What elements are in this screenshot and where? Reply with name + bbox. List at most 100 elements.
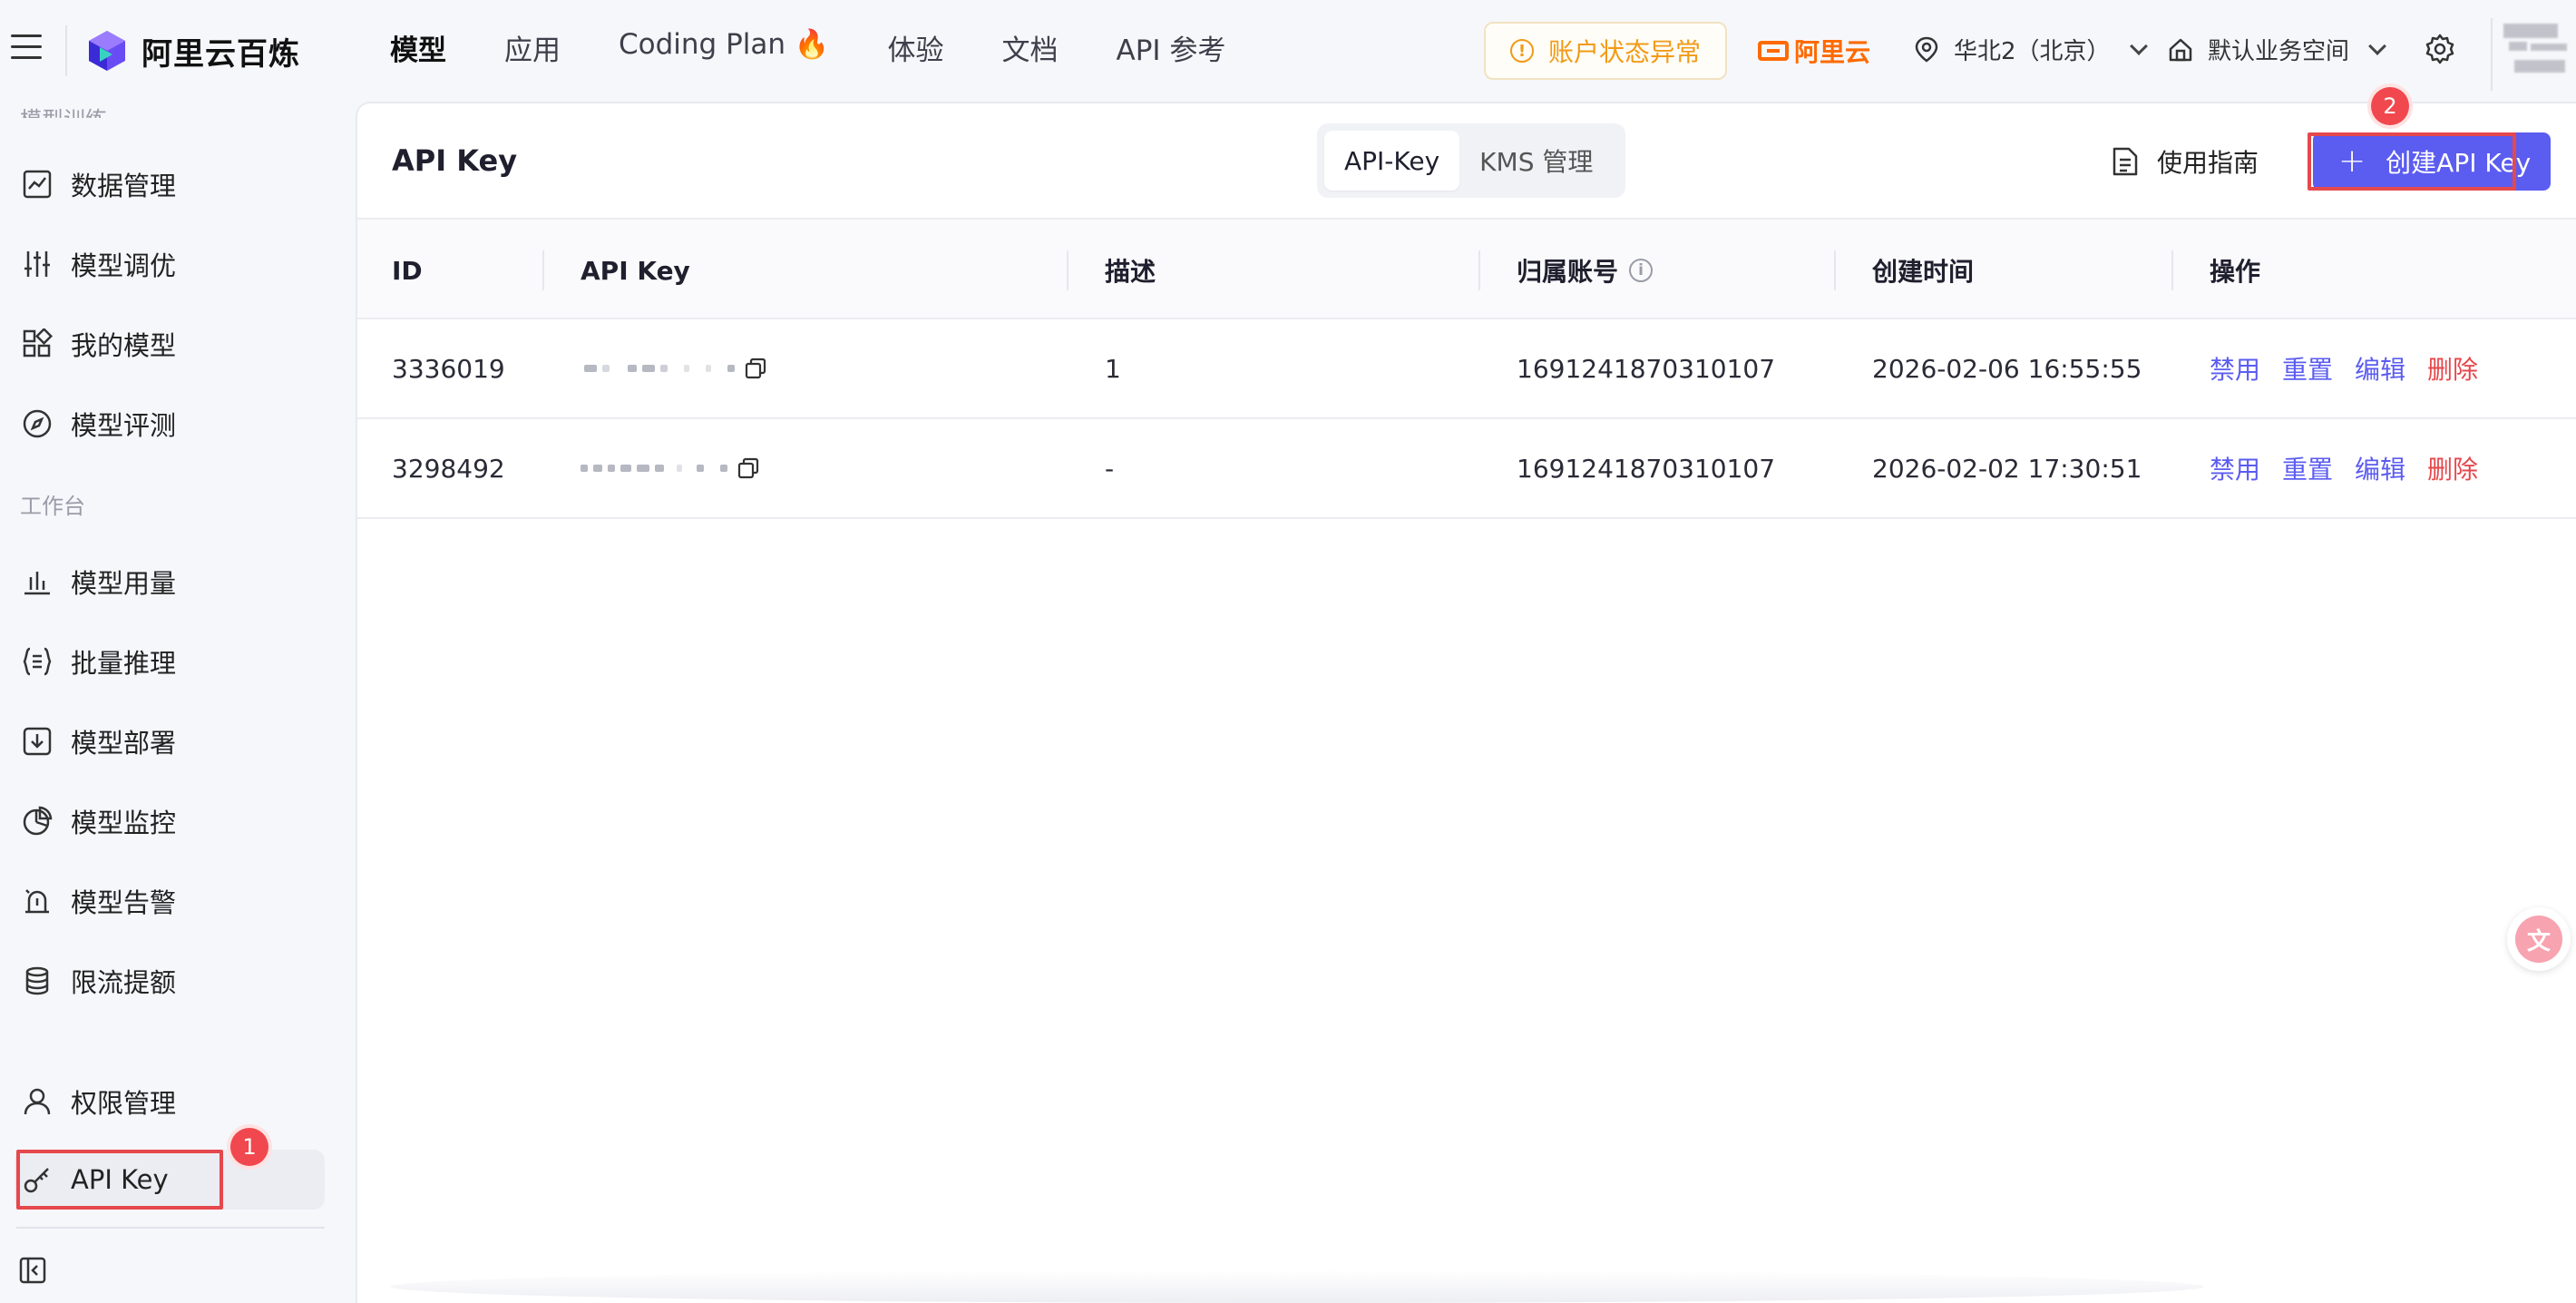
sidebar-item-permissions[interactable]: 权限管理 xyxy=(15,1072,325,1132)
brand-logo[interactable]: 阿里云百炼 xyxy=(85,25,300,76)
account-status-alert[interactable]: ! 账户状态异常 xyxy=(1484,22,1727,80)
sidebar-item-model-usage[interactable]: 模型用量 xyxy=(15,552,325,612)
sidebar-item-api-key[interactable]: API Key xyxy=(15,1150,325,1210)
sidebar-item-data-management[interactable]: 数据管理 xyxy=(15,154,325,214)
nav-coding-plan[interactable]: Coding Plan 🔥 xyxy=(619,27,830,68)
nav-api-reference[interactable]: API 参考 xyxy=(1117,27,1226,68)
disable-link[interactable]: 禁用 xyxy=(2210,350,2260,387)
sidebar-item-model-alerts[interactable]: 模型告警 xyxy=(15,871,325,931)
workspace-selector[interactable]: 默认业务空间 xyxy=(2168,33,2386,66)
divider xyxy=(65,25,67,76)
delete-link[interactable]: 删除 xyxy=(2427,450,2478,486)
column-header-id: ID xyxy=(392,255,423,286)
cell-api-key xyxy=(581,419,760,517)
nav-model[interactable]: 模型 xyxy=(390,27,446,68)
aliyun-logo-icon xyxy=(1758,41,1789,61)
reset-link[interactable]: 重置 xyxy=(2282,450,2333,486)
database-icon xyxy=(25,966,49,995)
sidebar-item-label: 我的模型 xyxy=(71,330,177,361)
translate-button[interactable]: 文 xyxy=(2507,907,2571,971)
top-bar: 阿里云百炼 模型 应用 Coding Plan 🔥 体验 文档 API 参考 !… xyxy=(0,0,2576,102)
cell-created-time: 2026-02-06 16:55:55 xyxy=(1872,353,2142,384)
page-title: API Key xyxy=(392,143,518,178)
column-header-created-time: 创建时间 xyxy=(1872,257,1975,287)
sidebar-item-rate-limit[interactable]: 限流提额 xyxy=(15,951,325,1011)
sidebar-item-label: 模型监控 xyxy=(71,808,177,838)
column-divider xyxy=(1478,250,1480,290)
usage-guide-label: 使用指南 xyxy=(2157,148,2259,178)
region-selector[interactable]: 华北2（北京） xyxy=(1914,33,2148,66)
sidebar-item-label: 权限管理 xyxy=(71,1088,177,1119)
menu-icon[interactable] xyxy=(11,34,44,67)
sidebar-item-model-evaluation[interactable]: 模型评测 xyxy=(15,394,325,454)
translate-icon: 文 xyxy=(2515,916,2562,963)
region-label: 华北2（北京） xyxy=(1954,38,2111,65)
braces-list-icon xyxy=(23,647,52,676)
user-avatar[interactable] xyxy=(2491,18,2576,91)
sidebar-item-batch-inference[interactable]: 批量推理 xyxy=(15,632,325,691)
scroll-shadow xyxy=(390,1270,2204,1303)
cell-created-time: 2026-02-02 17:30:51 xyxy=(1872,453,2142,484)
section-label-model-training: 模型训练 xyxy=(20,102,107,118)
create-api-key-button[interactable]: + 创建API Key xyxy=(2313,132,2551,191)
column-header-actions: 操作 xyxy=(2210,257,2261,287)
sidebar-item-label: 模型评测 xyxy=(71,410,177,441)
sidebar-item-label: 数据管理 xyxy=(71,171,177,201)
collapse-sidebar-icon[interactable] xyxy=(18,1256,47,1285)
location-pin-icon xyxy=(1915,36,1938,63)
chevron-down-icon xyxy=(2129,36,2148,55)
section-label-workbench: 工作台 xyxy=(20,494,85,519)
table-row: 3298492 - 1691241870310107 2026-02-02 17… xyxy=(357,419,2576,519)
warning-icon: ! xyxy=(1509,39,1534,63)
sidebar: 模型训练 数据管理 模型调优 我的模型 模型评测 xyxy=(0,102,354,1303)
key-icon xyxy=(24,1168,49,1193)
pie-chart-icon xyxy=(23,806,53,836)
step-badge-2: 2 xyxy=(2371,87,2409,125)
copy-icon[interactable] xyxy=(737,456,760,480)
aliyun-text: 阿里云 xyxy=(1794,37,1871,67)
column-divider xyxy=(542,250,544,290)
column-header-account: 归属账号 i xyxy=(1517,220,1654,321)
sidebar-item-model-monitoring[interactable]: 模型监控 xyxy=(15,791,325,851)
tab-api-key[interactable]: API-Key xyxy=(1324,131,1460,191)
chart-line-icon xyxy=(23,170,52,199)
brand-name: 阿里云百炼 xyxy=(141,35,300,73)
table-header: ID API Key 描述 归属账号 i 创建时间 操作 xyxy=(357,218,2576,319)
usage-guide-link[interactable]: 使用指南 xyxy=(2112,143,2259,180)
column-divider xyxy=(1834,250,1836,290)
delete-link[interactable]: 删除 xyxy=(2427,350,2478,387)
document-icon xyxy=(2113,147,2138,176)
bar-chart-icon xyxy=(24,572,50,595)
cell-api-key xyxy=(584,319,767,417)
column-header-description: 描述 xyxy=(1105,257,1156,287)
edit-link[interactable]: 编辑 xyxy=(2355,450,2405,486)
main-panel: API Key API-Key KMS 管理 使用指南 + 创建API Key … xyxy=(356,102,2576,1303)
divider xyxy=(16,1227,325,1229)
column-header-account-label: 归属账号 xyxy=(1517,257,1619,287)
nav-docs[interactable]: 文档 xyxy=(1002,27,1059,68)
sidebar-item-my-models[interactable]: 我的模型 xyxy=(15,314,325,374)
reset-link[interactable]: 重置 xyxy=(2282,350,2333,387)
nav-experience[interactable]: 体验 xyxy=(888,27,944,68)
cell-account: 1691241870310107 xyxy=(1517,353,1776,384)
tab-kms-management[interactable]: KMS 管理 xyxy=(1459,131,1613,191)
copy-icon[interactable] xyxy=(744,357,767,380)
disable-link[interactable]: 禁用 xyxy=(2210,450,2260,486)
plus-icon: + xyxy=(2338,142,2366,180)
edit-link[interactable]: 编辑 xyxy=(2355,350,2405,387)
cell-id: 3298492 xyxy=(392,453,505,484)
column-divider xyxy=(1067,250,1068,290)
home-icon xyxy=(2169,38,2192,61)
info-icon[interactable]: i xyxy=(1629,259,1654,282)
sidebar-item-label: 批量推理 xyxy=(71,648,177,679)
alert-text: 账户状态异常 xyxy=(1547,37,1701,67)
sidebar-item-model-deployment[interactable]: 模型部署 xyxy=(15,711,325,771)
table-row: 3336019 1 1691241870310107 2026-02-06 16… xyxy=(357,319,2576,419)
bailian-logo-icon xyxy=(89,31,125,71)
gear-icon[interactable] xyxy=(2424,33,2456,65)
column-header-api-key: API Key xyxy=(581,255,690,286)
sidebar-item-model-tuning[interactable]: 模型调优 xyxy=(15,234,325,294)
aliyun-logo[interactable]: 阿里云 xyxy=(1758,33,1870,69)
nav-application[interactable]: 应用 xyxy=(504,27,561,68)
download-box-icon xyxy=(23,727,52,756)
